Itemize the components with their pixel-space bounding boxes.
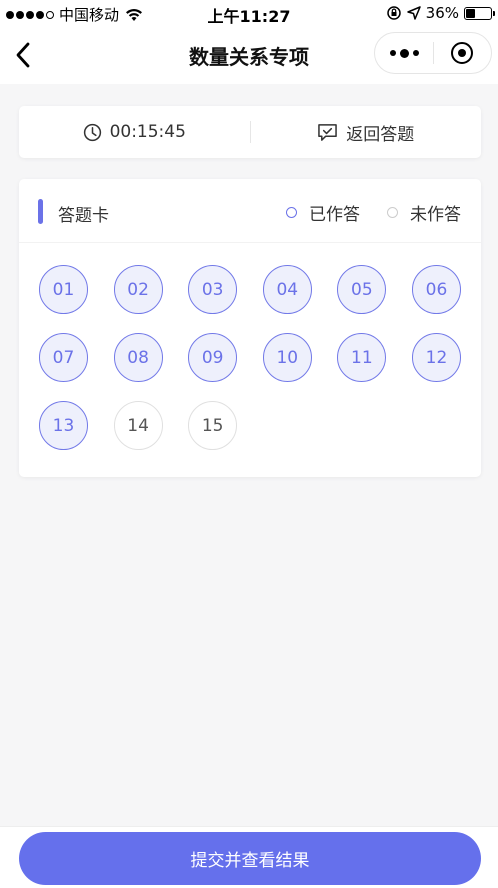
timer-value: 00:15:45 [109,122,186,142]
answer-sheet-card: 答题卡 已作答 未作答 01 02 03 04 05 06 07 08 09 10 11 12 13 14… [19,179,481,477]
more-button[interactable] [375,33,433,73]
target-icon [451,42,474,64]
battery-percent: 36% [425,4,459,22]
mini-program-capsule [374,32,492,74]
chat-check-icon [318,123,338,141]
more-dot-icon [399,48,409,58]
close-program-button[interactable] [434,33,491,73]
answer-sheet-header: 答题卡 已作答 未作答 [19,179,481,243]
answered-dot-icon [286,207,297,218]
question-button[interactable]: 09 [188,333,238,382]
legend-answered-label: 已作答 [309,205,360,225]
nav-bar: 数量关系专项 [0,26,498,84]
battery-icon [464,6,495,20]
timer: 00:15:45 [19,122,250,142]
return-to-answer-button[interactable]: 返回答题 [251,120,482,145]
bottom-bar: 提交并查看结果 [0,826,498,888]
location-icon [406,6,421,20]
question-button[interactable]: 07 [39,333,88,382]
clock-icon [83,123,101,141]
status-right: 36% [386,4,495,22]
question-button[interactable]: 03 [188,265,238,314]
answer-sheet-title: 答题卡 [58,206,109,226]
battery-fill [466,8,475,18]
question-button[interactable]: 04 [262,265,312,314]
question-button[interactable]: 14 [113,401,163,450]
question-button[interactable]: 02 [113,265,163,314]
question-button[interactable]: 10 [262,333,312,382]
title-accent-bar [38,199,43,224]
legend-unanswered-label: 未作答 [410,205,461,225]
question-button[interactable]: 12 [411,333,461,382]
question-button[interactable]: 05 [337,265,387,314]
submit-button[interactable]: 提交并查看结果 [19,832,481,885]
legend-answered: 已作答 [286,200,360,225]
question-button[interactable]: 08 [113,333,163,382]
more-dot-icon [412,50,419,56]
legend: 已作答 未作答 [286,200,461,225]
more-dot-icon [389,50,396,56]
timer-card: 00:15:45 返回答题 [19,106,481,158]
question-button[interactable]: 11 [337,333,387,382]
orientation-lock-icon [386,6,401,20]
question-button[interactable]: 13 [39,401,88,450]
question-button[interactable]: 15 [188,401,238,450]
question-button[interactable]: 01 [39,265,88,314]
legend-unanswered: 未作答 [387,200,461,225]
question-grid: 01 02 03 04 05 06 07 08 09 10 11 12 13 14 15 [39,265,461,450]
return-label: 返回答题 [346,124,415,145]
unanswered-dot-icon [387,207,398,218]
status-bar: 中国移动 上午11:27 36% [0,0,498,26]
question-button[interactable]: 06 [411,265,461,314]
